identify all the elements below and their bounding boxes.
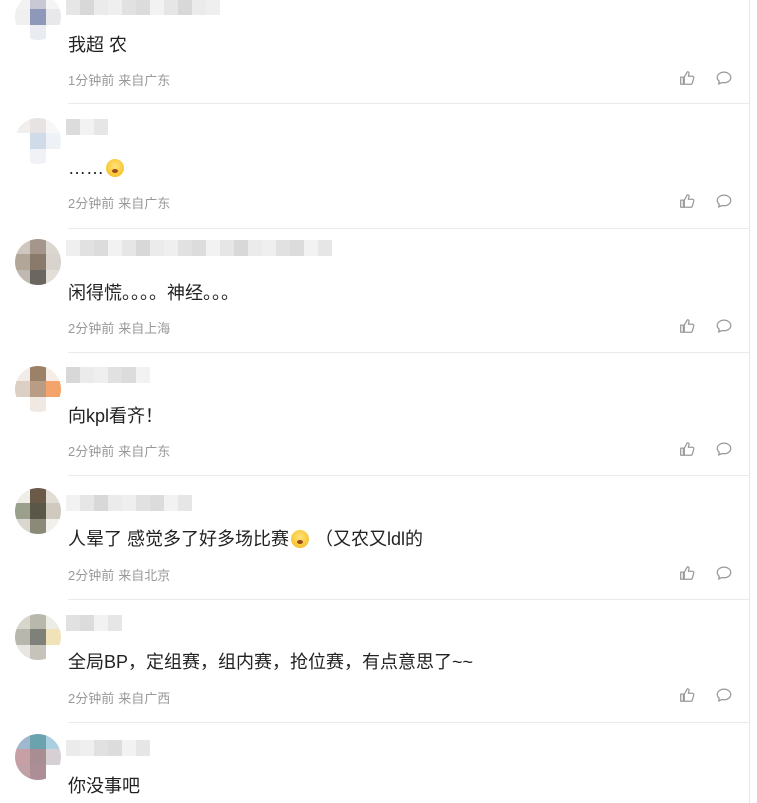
comment-meta: 2分钟前 来自广东 xyxy=(68,441,170,460)
username-blurred[interactable] xyxy=(66,119,108,135)
comment-item: …… 2分钟前 来自广东 xyxy=(0,104,749,229)
username-blurred[interactable] xyxy=(66,240,332,256)
comment-item: 向kpl看齐！ 2分钟前 来自广东 xyxy=(0,353,749,476)
comment-location: 来自上海 xyxy=(118,321,171,336)
like-icon[interactable] xyxy=(678,69,696,87)
comment-text: 你没事吧 xyxy=(68,776,140,796)
username-blurred[interactable] xyxy=(66,367,150,383)
avatar[interactable] xyxy=(15,0,61,40)
comment-text: 全局BP，定组赛，组内赛，抢位赛，有点意思了~~ xyxy=(68,652,474,672)
comment-item: 我超 农 1分钟前 来自广东 xyxy=(0,0,749,104)
comment-text: 闲得慌。。。。神经。。。 xyxy=(68,283,239,303)
emoji-icon xyxy=(106,159,124,177)
comment-meta: 2分钟前 来自上海 xyxy=(68,318,170,337)
comment-meta: 2分钟前 来自广西 xyxy=(68,688,170,707)
username-blurred[interactable] xyxy=(66,495,192,511)
comment-actions xyxy=(678,564,733,582)
like-icon[interactable] xyxy=(678,686,696,704)
comment-text: 人晕了 感觉多了好多场比赛 （又农又ldl的 xyxy=(68,529,424,549)
comment-item: 全局BP，定组赛，组内赛，抢位赛，有点意思了~~ 2分钟前 来自广西 xyxy=(0,600,749,723)
comment-text: 向kpl看齐！ xyxy=(68,406,164,426)
comment-item: 人晕了 感觉多了好多场比赛 （又农又ldl的 2分钟前 来自北京 xyxy=(0,476,749,600)
avatar[interactable] xyxy=(15,488,61,534)
avatar[interactable] xyxy=(15,734,61,780)
comment-time: 2分钟前 xyxy=(68,568,115,583)
comment-location: 来自广东 xyxy=(118,196,171,211)
reply-icon[interactable] xyxy=(715,69,733,87)
username-blurred[interactable] xyxy=(66,615,122,631)
comment-time: 1分钟前 xyxy=(68,73,115,88)
comment-actions xyxy=(678,440,733,458)
comment-meta: 1分钟前 来自广东 xyxy=(68,70,170,89)
like-icon[interactable] xyxy=(678,192,696,210)
comment-location: 来自广西 xyxy=(118,691,171,706)
comment-text: …… xyxy=(68,156,124,180)
reply-icon[interactable] xyxy=(715,192,733,210)
comment-text: 我超 农 xyxy=(68,35,128,55)
comment-time: 2分钟前 xyxy=(68,691,115,706)
comment-actions xyxy=(678,69,733,87)
avatar[interactable] xyxy=(15,239,61,285)
emoji-icon xyxy=(291,530,309,548)
comment-actions xyxy=(678,317,733,335)
reply-icon[interactable] xyxy=(715,317,733,335)
avatar[interactable] xyxy=(15,118,61,164)
comment-time: 2分钟前 xyxy=(68,196,115,211)
comment-actions xyxy=(678,686,733,704)
comment-actions xyxy=(678,192,733,210)
comment-location: 来自广东 xyxy=(118,444,171,459)
like-icon[interactable] xyxy=(678,440,696,458)
comment-location: 来自北京 xyxy=(118,568,171,583)
comment-list: 我超 农 1分钟前 来自广东 …… 2分钟前 来自广东 闲得慌。。。。神经。。。 2… xyxy=(0,0,750,803)
avatar[interactable] xyxy=(15,614,61,660)
username-blurred[interactable] xyxy=(66,740,150,756)
avatar[interactable] xyxy=(15,366,61,412)
reply-icon[interactable] xyxy=(715,440,733,458)
username-blurred[interactable] xyxy=(66,0,220,15)
comment-item: 闲得慌。。。。神经。。。 2分钟前 来自上海 xyxy=(0,229,749,353)
reply-icon[interactable] xyxy=(715,564,733,582)
comment-meta: 2分钟前 来自广东 xyxy=(68,193,170,212)
like-icon[interactable] xyxy=(678,317,696,335)
reply-icon[interactable] xyxy=(715,686,733,704)
comment-location: 来自广东 xyxy=(118,73,171,88)
comment-item: 你没事吧 xyxy=(0,723,749,803)
comment-meta: 2分钟前 来自北京 xyxy=(68,565,170,584)
comment-time: 2分钟前 xyxy=(68,321,115,336)
like-icon[interactable] xyxy=(678,564,696,582)
comment-time: 2分钟前 xyxy=(68,444,115,459)
